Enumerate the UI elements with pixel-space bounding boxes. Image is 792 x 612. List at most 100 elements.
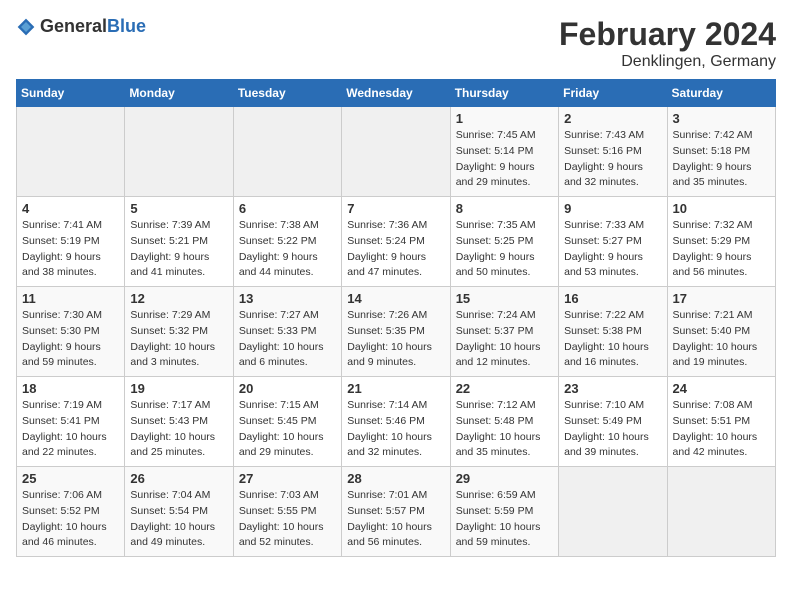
- day-info: Sunrise: 7:17 AMSunset: 5:43 PMDaylight:…: [130, 398, 227, 461]
- calendar-cell: [559, 467, 667, 557]
- day-info: Sunrise: 7:15 AMSunset: 5:45 PMDaylight:…: [239, 398, 336, 461]
- calendar-cell: 14 Sunrise: 7:26 AMSunset: 5:35 PMDayligh…: [342, 287, 450, 377]
- day-number: 15: [456, 291, 553, 306]
- calendar-week-1: 1 Sunrise: 7:45 AMSunset: 5:14 PMDaylight…: [17, 107, 776, 197]
- col-header-thursday: Thursday: [450, 80, 558, 107]
- day-number: 10: [673, 201, 770, 216]
- day-number: 18: [22, 381, 119, 396]
- col-header-friday: Friday: [559, 80, 667, 107]
- calendar-cell: 19 Sunrise: 7:17 AMSunset: 5:43 PMDayligh…: [125, 377, 233, 467]
- day-number: 25: [22, 471, 119, 486]
- day-info: Sunrise: 6:59 AMSunset: 5:59 PMDaylight:…: [456, 488, 553, 551]
- calendar-cell: 27Sunrise: 7:03 AMSunset: 5:55 PMDayligh…: [233, 467, 341, 557]
- day-number: 13: [239, 291, 336, 306]
- day-number: 7: [347, 201, 444, 216]
- calendar-week-3: 11 Sunrise: 7:30 AMSunset: 5:30 PMDayligh…: [17, 287, 776, 377]
- day-number: 9: [564, 201, 661, 216]
- calendar-table: SundayMondayTuesdayWednesdayThursdayFrid…: [16, 79, 776, 557]
- day-info: Sunrise: 7:30 AMSunset: 5:30 PMDaylight:…: [22, 308, 119, 371]
- calendar-cell: 17Sunrise: 7:21 AMSunset: 5:40 PMDayligh…: [667, 287, 775, 377]
- logo: GeneralBlue: [16, 16, 146, 37]
- calendar-cell: 26Sunrise: 7:04 AMSunset: 5:54 PMDayligh…: [125, 467, 233, 557]
- calendar-cell: 24Sunrise: 7:08 AMSunset: 5:51 PMDayligh…: [667, 377, 775, 467]
- day-number: 11: [22, 291, 119, 306]
- calendar-cell: 4 Sunrise: 7:41 AMSunset: 5:19 PMDaylight…: [17, 197, 125, 287]
- calendar-cell: 1 Sunrise: 7:45 AMSunset: 5:14 PMDaylight…: [450, 107, 558, 197]
- calendar-cell: 2 Sunrise: 7:43 AMSunset: 5:16 PMDaylight…: [559, 107, 667, 197]
- day-info: Sunrise: 7:38 AMSunset: 5:22 PMDaylight:…: [239, 218, 336, 281]
- day-info: Sunrise: 7:41 AMSunset: 5:19 PMDaylight:…: [22, 218, 119, 281]
- day-number: 5: [130, 201, 227, 216]
- day-info: Sunrise: 7:08 AMSunset: 5:51 PMDaylight:…: [673, 398, 770, 461]
- day-number: 17: [673, 291, 770, 306]
- day-number: 29: [456, 471, 553, 486]
- day-info: Sunrise: 7:22 AMSunset: 5:38 PMDaylight:…: [564, 308, 661, 371]
- day-number: 21: [347, 381, 444, 396]
- day-info: Sunrise: 7:01 AMSunset: 5:57 PMDaylight:…: [347, 488, 444, 551]
- calendar-cell: 13 Sunrise: 7:27 AMSunset: 5:33 PMDayligh…: [233, 287, 341, 377]
- day-info: Sunrise: 7:06 AMSunset: 5:52 PMDaylight:…: [22, 488, 119, 551]
- day-info: Sunrise: 7:27 AMSunset: 5:33 PMDaylight:…: [239, 308, 336, 371]
- calendar-cell: 11 Sunrise: 7:30 AMSunset: 5:30 PMDayligh…: [17, 287, 125, 377]
- day-info: Sunrise: 7:29 AMSunset: 5:32 PMDaylight:…: [130, 308, 227, 371]
- calendar-cell: 12Sunrise: 7:29 AMSunset: 5:32 PMDayligh…: [125, 287, 233, 377]
- day-number: 14: [347, 291, 444, 306]
- day-info: Sunrise: 7:32 AMSunset: 5:29 PMDaylight:…: [673, 218, 770, 281]
- day-number: 6: [239, 201, 336, 216]
- day-number: 3: [673, 111, 770, 126]
- day-number: 4: [22, 201, 119, 216]
- day-info: Sunrise: 7:43 AMSunset: 5:16 PMDaylight:…: [564, 128, 661, 191]
- logo-blue: Blue: [107, 16, 146, 36]
- col-header-tuesday: Tuesday: [233, 80, 341, 107]
- calendar-cell: 6 Sunrise: 7:38 AMSunset: 5:22 PMDaylight…: [233, 197, 341, 287]
- logo-icon: [16, 17, 36, 37]
- logo-general: General: [40, 16, 107, 36]
- calendar-cell: 7 Sunrise: 7:36 AMSunset: 5:24 PMDaylight…: [342, 197, 450, 287]
- col-header-sunday: Sunday: [17, 80, 125, 107]
- calendar-cell: 23 Sunrise: 7:10 AMSunset: 5:49 PMDayligh…: [559, 377, 667, 467]
- calendar-cell: 5Sunrise: 7:39 AMSunset: 5:21 PMDaylight…: [125, 197, 233, 287]
- calendar-cell: [342, 107, 450, 197]
- day-info: Sunrise: 7:10 AMSunset: 5:49 PMDaylight:…: [564, 398, 661, 461]
- day-number: 23: [564, 381, 661, 396]
- calendar-cell: [125, 107, 233, 197]
- col-header-wednesday: Wednesday: [342, 80, 450, 107]
- day-info: Sunrise: 7:26 AMSunset: 5:35 PMDaylight:…: [347, 308, 444, 371]
- calendar-cell: 16 Sunrise: 7:22 AMSunset: 5:38 PMDayligh…: [559, 287, 667, 377]
- calendar-cell: 22 Sunrise: 7:12 AMSunset: 5:48 PMDayligh…: [450, 377, 558, 467]
- calendar-week-5: 25 Sunrise: 7:06 AMSunset: 5:52 PMDayligh…: [17, 467, 776, 557]
- day-number: 16: [564, 291, 661, 306]
- day-number: 2: [564, 111, 661, 126]
- calendar-header-row: SundayMondayTuesdayWednesdayThursdayFrid…: [17, 80, 776, 107]
- day-info: Sunrise: 7:36 AMSunset: 5:24 PMDaylight:…: [347, 218, 444, 281]
- day-number: 27: [239, 471, 336, 486]
- calendar-body: 1 Sunrise: 7:45 AMSunset: 5:14 PMDaylight…: [17, 107, 776, 557]
- day-number: 19: [130, 381, 227, 396]
- calendar-cell: 25 Sunrise: 7:06 AMSunset: 5:52 PMDayligh…: [17, 467, 125, 557]
- day-info: Sunrise: 7:19 AMSunset: 5:41 PMDaylight:…: [22, 398, 119, 461]
- day-info: Sunrise: 7:14 AMSunset: 5:46 PMDaylight:…: [347, 398, 444, 461]
- calendar-cell: [233, 107, 341, 197]
- day-number: 1: [456, 111, 553, 126]
- day-number: 26: [130, 471, 227, 486]
- location: Denklingen, Germany: [559, 53, 776, 71]
- page-header: GeneralBlue February 2024 Denklingen, Ge…: [16, 16, 776, 71]
- calendar-cell: 3 Sunrise: 7:42 AMSunset: 5:18 PMDaylight…: [667, 107, 775, 197]
- calendar-cell: 8 Sunrise: 7:35 AMSunset: 5:25 PMDaylight…: [450, 197, 558, 287]
- col-header-monday: Monday: [125, 80, 233, 107]
- day-number: 8: [456, 201, 553, 216]
- day-number: 22: [456, 381, 553, 396]
- month-title: February 2024: [559, 16, 776, 53]
- day-info: Sunrise: 7:35 AMSunset: 5:25 PMDaylight:…: [456, 218, 553, 281]
- calendar-cell: 20Sunrise: 7:15 AMSunset: 5:45 PMDayligh…: [233, 377, 341, 467]
- col-header-saturday: Saturday: [667, 80, 775, 107]
- calendar-cell: [667, 467, 775, 557]
- day-info: Sunrise: 7:12 AMSunset: 5:48 PMDaylight:…: [456, 398, 553, 461]
- day-info: Sunrise: 7:45 AMSunset: 5:14 PMDaylight:…: [456, 128, 553, 191]
- day-number: 28: [347, 471, 444, 486]
- calendar-cell: 18 Sunrise: 7:19 AMSunset: 5:41 PMDayligh…: [17, 377, 125, 467]
- calendar-cell: 10 Sunrise: 7:32 AMSunset: 5:29 PMDayligh…: [667, 197, 775, 287]
- day-info: Sunrise: 7:42 AMSunset: 5:18 PMDaylight:…: [673, 128, 770, 191]
- calendar-cell: 21 Sunrise: 7:14 AMSunset: 5:46 PMDayligh…: [342, 377, 450, 467]
- calendar-cell: 9Sunrise: 7:33 AMSunset: 5:27 PMDaylight…: [559, 197, 667, 287]
